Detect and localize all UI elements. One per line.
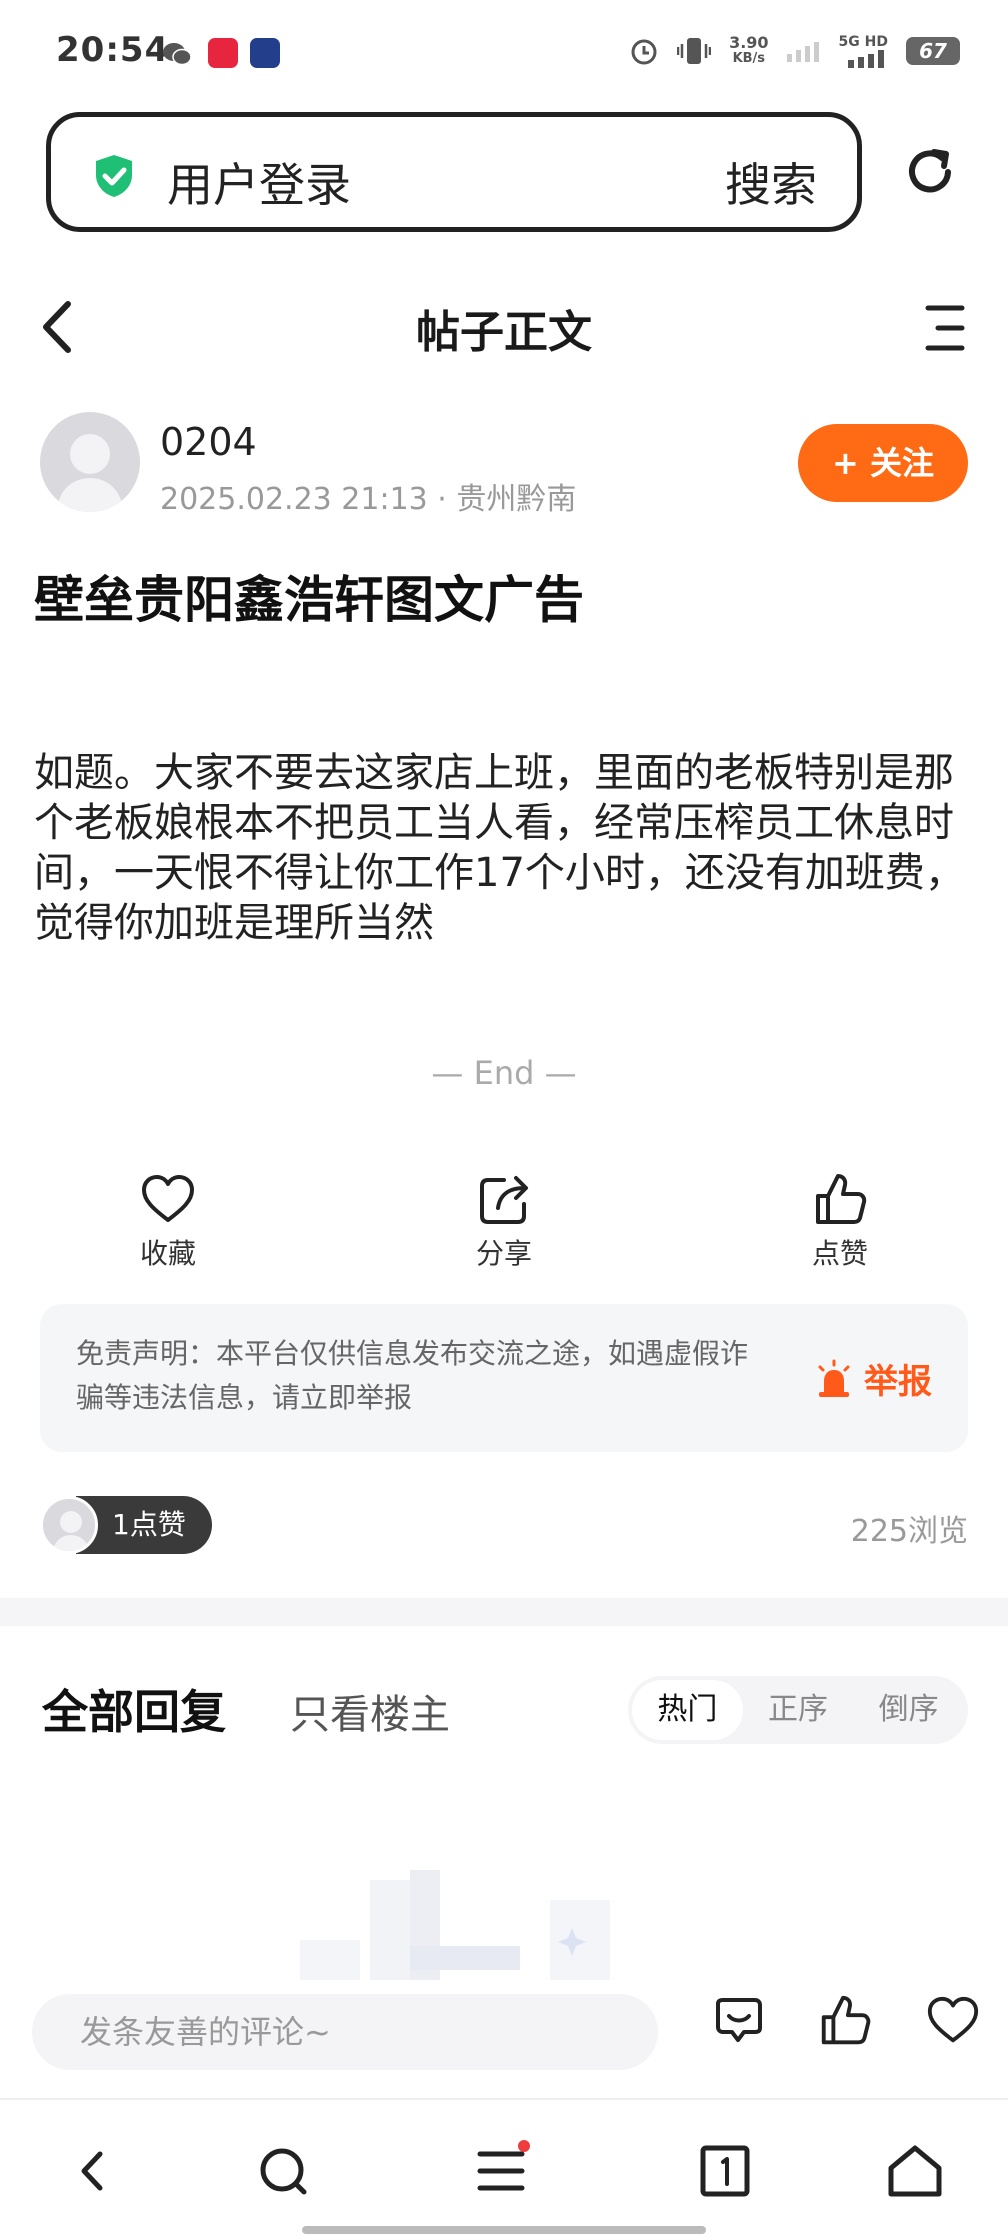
sort-ascending[interactable]: 正序 (743, 1680, 854, 1740)
page-title: 帖子正文 (416, 307, 592, 358)
signal-icon-2 (848, 50, 884, 68)
like-label: 点赞 (811, 1237, 868, 1270)
favorite-button[interactable]: 收藏 (98, 1170, 238, 1272)
sort-descending[interactable]: 倒序 (853, 1680, 964, 1740)
comment-icon[interactable] (710, 1992, 768, 2050)
sort-hot[interactable]: 热门 (632, 1680, 743, 1740)
xiaohongshu-icon (208, 38, 238, 68)
heart-icon[interactable] (924, 1992, 982, 2050)
menu-list-icon[interactable] (472, 2140, 534, 2202)
refresh-icon[interactable] (900, 142, 960, 202)
status-right: 3.90 KB/s 5G HD 67 (629, 34, 960, 68)
disclaimer-text: 免责声明：本平台仅供信息发布交流之途，如遇虚假诈骗等违法信息，请立即举报 (76, 1337, 749, 1414)
end-marker: — End — (431, 1054, 577, 1092)
wechat-icon (162, 40, 192, 68)
post-body: 如题。大家不要去这家店上班，里面的老板特别是那个老板娘根本不把员工当人看，经常压… (34, 750, 965, 946)
tab-op-only[interactable]: 只看楼主 (290, 1682, 450, 1740)
report-button[interactable]: 举报 (814, 1354, 932, 1403)
comment-input[interactable]: 发条友善的评论~ (32, 1994, 658, 2070)
heart-icon (142, 1175, 194, 1222)
menu-icon[interactable] (924, 302, 966, 354)
share-button[interactable]: 分享 (434, 1170, 574, 1272)
thumbs-up-icon[interactable] (816, 1992, 874, 2050)
tab-all-replies[interactable]: 全部回复 (42, 1676, 226, 1742)
share-label: 分享 (475, 1237, 532, 1270)
home-indicator[interactable] (302, 2226, 706, 2234)
app-notification-icon (250, 38, 280, 68)
likes-summary[interactable]: 1点赞 (40, 1496, 212, 1554)
post-meta: 2025.02.23 21:13 · 贵州黔南 (160, 482, 577, 517)
battery-indicator: 67 (906, 37, 960, 65)
alarm-siren-icon (818, 1359, 850, 1397)
empty-state-illustration (300, 1870, 610, 1980)
sort-toggle: 热门 正序 倒序 (628, 1676, 968, 1744)
nav-divider (0, 2098, 1008, 2100)
favorite-label: 收藏 (139, 1237, 196, 1270)
section-divider (0, 1598, 1008, 1626)
thumbs-up-icon (816, 1174, 867, 1224)
follow-button[interactable]: + 关注 (798, 424, 968, 502)
search-icon[interactable] (252, 2140, 314, 2202)
tabs-count-icon[interactable] (694, 2140, 756, 2202)
network-type: 5G HD (838, 34, 888, 50)
nav-back-icon[interactable] (62, 2140, 124, 2202)
signal-icon-1 (786, 42, 819, 62)
post-title: 壁垒贵阳鑫浩轩图文广告 (34, 571, 584, 629)
shield-icon (96, 155, 132, 197)
share-icon (480, 1176, 528, 1224)
vibrate-icon (677, 38, 712, 64)
search-bar[interactable]: 用户登录 搜索 (46, 112, 862, 232)
search-input[interactable]: 用户登录 (167, 149, 351, 215)
network-speed: 3.90 KB/s (729, 33, 769, 67)
view-count: 225浏览 (850, 1514, 968, 1549)
like-button[interactable]: 点赞 (770, 1170, 910, 1272)
report-label: 举报 (864, 1362, 932, 1402)
disclaimer-box: 免责声明：本平台仅供信息发布交流之途，如遇虚假诈骗等违法信息，请立即举报 举报 (40, 1304, 968, 1452)
home-icon[interactable] (884, 2140, 946, 2202)
liker-avatar (40, 1496, 98, 1554)
author-name[interactable]: 0204 (160, 420, 257, 464)
search-button[interactable]: 搜索 (725, 149, 817, 215)
status-time: 20:54 (56, 30, 170, 70)
alarm-icon (631, 39, 657, 65)
author-avatar[interactable] (40, 412, 140, 512)
